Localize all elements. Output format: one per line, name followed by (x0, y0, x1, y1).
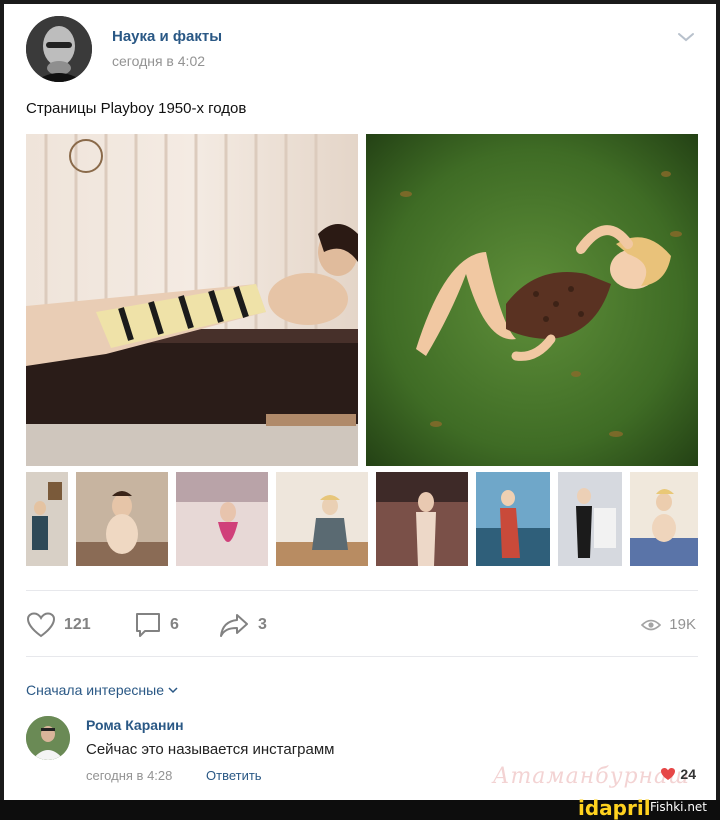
photo-image (176, 472, 268, 566)
chevron-down-icon (678, 33, 694, 42)
post-date[interactable]: сегодня в 4:02 (112, 53, 205, 69)
share-count: 3 (258, 616, 267, 633)
thumbnail[interactable] (476, 472, 550, 566)
eye-icon (641, 619, 662, 630)
photo-2[interactable] (366, 134, 698, 466)
photo-image (476, 472, 550, 566)
comment-like-count: 24 (680, 766, 696, 782)
like-count: 121 (64, 616, 91, 633)
photo-1[interactable] (26, 134, 358, 466)
share-button[interactable]: 3 (218, 610, 267, 640)
photo-image (276, 472, 368, 566)
comment-author[interactable]: Рома Каранин (86, 717, 184, 733)
thumbnail[interactable] (376, 472, 468, 566)
photo-image (76, 472, 168, 566)
watermark-idaprikol: idapril (578, 796, 651, 820)
heart-icon (661, 768, 676, 780)
views: 19K (641, 616, 696, 633)
photo-thumbnails (26, 472, 698, 566)
watermark-fishki: Fishki.net (650, 800, 708, 814)
thumbnail[interactable] (276, 472, 368, 566)
frame-right (716, 0, 720, 800)
comment-avatar[interactable] (26, 716, 70, 760)
heart-icon (26, 612, 56, 638)
post-text: Страницы Playboy 1950-х годов (26, 100, 247, 117)
comment-date[interactable]: сегодня в 4:28 (86, 768, 172, 783)
photo-image (376, 472, 468, 566)
thumbnail[interactable] (76, 472, 168, 566)
comment-sort-label: Сначала интересные (26, 682, 164, 698)
photo-image (558, 472, 622, 566)
post-author[interactable]: Наука и факты (112, 28, 222, 45)
author-avatar[interactable] (26, 16, 92, 82)
comment-sort-toggle[interactable]: Сначала интересные (26, 682, 178, 698)
comment-text: Сейчас это называется инстаграмм (86, 741, 335, 758)
photo-image (366, 134, 698, 466)
divider (26, 590, 698, 591)
person-avatar-icon (26, 716, 70, 760)
thumbnail[interactable] (630, 472, 698, 566)
thumbnail[interactable] (558, 472, 622, 566)
thumbnail[interactable] (26, 472, 68, 566)
comment-button[interactable]: 6 (134, 610, 179, 640)
like-button[interactable]: 121 (26, 610, 91, 640)
photo-image (26, 472, 68, 566)
views-count: 19K (669, 616, 696, 633)
photo-image (630, 472, 698, 566)
reply-button[interactable]: Ответить (206, 768, 262, 783)
comment-count: 6 (170, 616, 179, 633)
comment-icon (136, 613, 160, 637)
thumbnail[interactable] (176, 472, 268, 566)
share-icon (220, 614, 248, 637)
person-portrait-icon (26, 16, 92, 82)
divider (26, 656, 698, 657)
photo-image (26, 134, 358, 466)
more-button[interactable] (676, 30, 696, 44)
post-card: Наука и факты сегодня в 4:02 Страницы Pl… (4, 4, 716, 800)
chevron-down-icon (168, 687, 178, 694)
comment-like-button[interactable]: 24 (660, 766, 696, 782)
